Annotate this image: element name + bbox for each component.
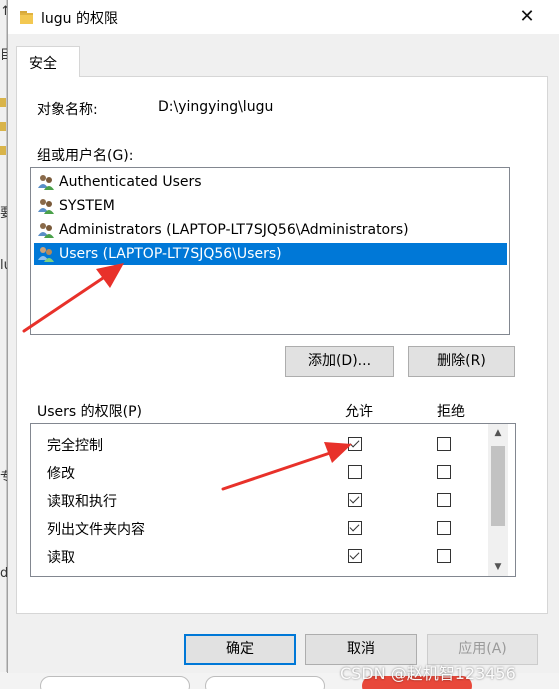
permission-row: 读取 <box>47 545 487 567</box>
permissions-label: Users 的权限(P) <box>37 404 143 420</box>
close-button[interactable]: ✕ <box>516 6 538 28</box>
users-icon <box>38 247 54 262</box>
scroll-up-icon[interactable]: ▲ <box>488 424 508 442</box>
tab-security[interactable]: 安全 <box>16 46 80 77</box>
permission-label: 读取 <box>47 550 75 566</box>
permission-row: 完全控制 <box>47 433 487 455</box>
permission-label: 读取和执行 <box>47 494 117 510</box>
add-button[interactable]: 添加(D)... <box>285 346 394 377</box>
ok-button[interactable]: 确定 <box>184 634 296 665</box>
list-item-label: Users (LAPTOP-LT7SJQ56\Users) <box>59 246 282 262</box>
object-name-value: D:\yingying\lugu <box>158 99 274 115</box>
deny-checkbox[interactable] <box>437 465 451 479</box>
deny-checkbox[interactable] <box>437 521 451 535</box>
list-item[interactable]: Administrators (LAPTOP-LT7SJQ56\Administ… <box>34 219 409 241</box>
scroll-thumb[interactable] <box>491 446 505 526</box>
object-name-label: 对象名称: <box>37 102 98 118</box>
users-icon <box>38 175 54 190</box>
allow-checkbox[interactable] <box>348 521 362 535</box>
remove-button[interactable]: 删除(R) <box>408 346 515 377</box>
list-item-selected[interactable]: Users (LAPTOP-LT7SJQ56\Users) <box>34 243 507 265</box>
allow-header: 允许 <box>345 404 373 420</box>
window-title: lugu 的权限 <box>41 11 118 27</box>
permission-label: 完全控制 <box>47 438 103 454</box>
background-pill <box>40 676 190 689</box>
permission-list: 完全控制 修改 读取和执行 列出文件夹内容 读取 ▲ ▼ <box>30 423 516 577</box>
permission-row: 读取和执行 <box>47 489 487 511</box>
list-item[interactable]: SYSTEM <box>34 195 115 217</box>
permission-row: 修改 <box>47 461 487 483</box>
scroll-down-icon[interactable]: ▼ <box>488 558 508 576</box>
permission-row: 列出文件夹内容 <box>47 517 487 539</box>
allow-checkbox[interactable] <box>348 493 362 507</box>
permission-label: 列出文件夹内容 <box>47 522 145 538</box>
allow-checkbox[interactable] <box>348 549 362 563</box>
watermark: CSDN @赵机智123456 <box>340 664 516 683</box>
background-window-edge: ↑ 目 要 lu 专 d <box>0 0 13 689</box>
tab-label: 安全 <box>29 56 57 72</box>
deny-checkbox[interactable] <box>437 437 451 451</box>
list-item[interactable]: Authenticated Users <box>34 171 202 193</box>
folder-icon <box>20 11 33 24</box>
users-icon <box>38 223 54 238</box>
allow-checkbox[interactable] <box>348 437 362 451</box>
list-item-label: SYSTEM <box>59 198 115 214</box>
deny-checkbox[interactable] <box>437 493 451 507</box>
background-folder-icon <box>0 98 6 107</box>
title-bar: lugu 的权限 ✕ <box>8 0 559 34</box>
background-folder-icon <box>0 122 6 131</box>
list-item-label: Authenticated Users <box>59 174 202 190</box>
permission-label: 修改 <box>47 466 75 482</box>
users-icon <box>38 199 54 214</box>
close-icon: ✕ <box>519 6 535 27</box>
deny-checkbox[interactable] <box>437 549 451 563</box>
background-folder-icon <box>0 146 6 155</box>
list-item-label: Administrators (LAPTOP-LT7SJQ56\Administ… <box>59 222 409 238</box>
permission-row-partial <box>47 573 487 576</box>
group-user-list[interactable]: Authenticated Users SYSTEM Administrator… <box>30 167 510 335</box>
group-list-label: 组或用户名(G): <box>37 148 134 164</box>
allow-checkbox[interactable] <box>348 465 362 479</box>
background-pill <box>205 676 325 689</box>
deny-header: 拒绝 <box>437 404 465 420</box>
vertical-scrollbar[interactable]: ▲ ▼ <box>488 424 508 576</box>
